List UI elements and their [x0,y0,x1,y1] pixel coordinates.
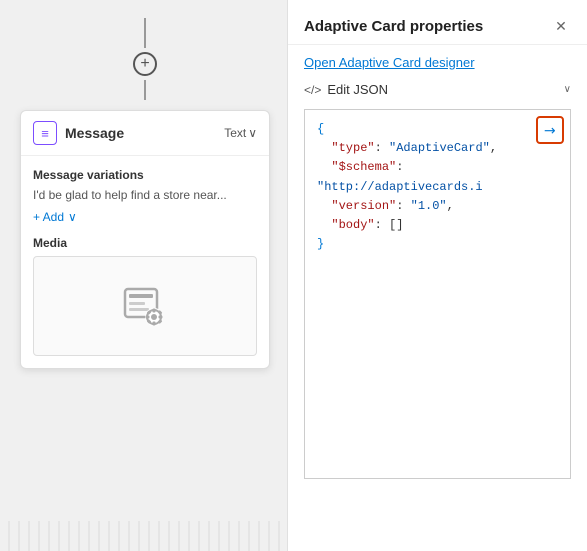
media-label: Media [33,236,257,250]
add-variation-button[interactable]: + Add ∨ [33,210,257,224]
media-placeholder-icon [120,281,170,331]
json-line-4: "version": "1.0", [317,197,558,216]
add-variation-label: + Add [33,210,64,224]
open-designer-link[interactable]: Open Adaptive Card designer [288,45,587,76]
message-card-header: ≡ Message Text ∨ [21,111,269,156]
adaptive-card-properties-panel: Adaptive Card properties ✕ Open Adaptive… [287,0,587,551]
message-card-body: Message variations I'd be glad to help f… [21,156,269,368]
connector-line-bottom [144,80,146,100]
code-icon: </> [304,83,321,97]
text-type-dropdown[interactable]: Text ∨ [224,126,257,140]
message-icon: ≡ [33,121,57,145]
connector-area: + [0,0,290,110]
close-panel-button[interactable]: ✕ [551,16,571,36]
text-type-chevron: ∨ [248,126,257,140]
json-content[interactable]: { "type": "AdaptiveCard", "$schema": "ht… [305,110,570,478]
add-node-button[interactable]: + [133,52,157,76]
expand-editor-button[interactable]: ↗ [536,116,564,144]
json-line-3: "$schema": "http://adaptivecards.i [317,158,558,196]
media-box[interactable] [33,256,257,356]
message-card-title: Message [65,125,216,141]
json-line-5: "body": [] [317,216,558,235]
flow-canvas: + ≡ Message Text ∨ Message variations I'… [0,0,290,551]
add-variation-chevron: ∨ [68,210,77,224]
panel-header: Adaptive Card properties ✕ [288,0,587,45]
edit-json-label: Edit JSON [327,82,557,97]
json-line-6: } [317,235,558,254]
json-editor-area: ↗ { "type": "AdaptiveCard", "$schema": "… [304,109,571,545]
edit-json-chevron[interactable]: ∨ [564,84,571,95]
connector-line-top [144,18,146,48]
json-editor-border: ↗ { "type": "AdaptiveCard", "$schema": "… [304,109,571,479]
text-type-label: Text [224,126,246,140]
expand-icon: ↗ [540,120,560,140]
close-icon: ✕ [555,18,567,35]
message-card: ≡ Message Text ∨ Message variations I'd … [20,110,270,369]
variation-text: I'd be glad to help find a store near... [33,188,257,202]
json-line-1: { [317,120,558,139]
panel-title: Adaptive Card properties [304,18,483,35]
json-line-2: "type": "AdaptiveCard", [317,139,558,158]
edit-json-row: </> Edit JSON ∨ [288,76,587,103]
variations-label: Message variations [33,168,257,182]
